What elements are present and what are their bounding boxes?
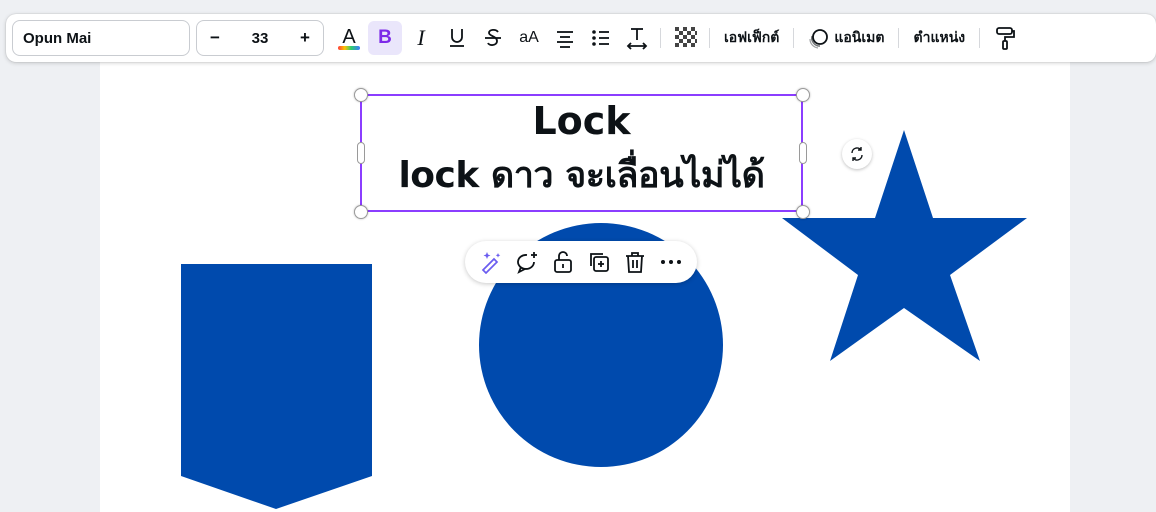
paint-roller-icon	[996, 27, 1016, 50]
duplicate-button[interactable]	[585, 248, 613, 276]
magic-edit-button[interactable]	[477, 248, 505, 276]
animate-icon	[809, 29, 829, 49]
increase-size-button[interactable]: +	[295, 28, 315, 48]
text-color-button[interactable]: A	[332, 21, 366, 55]
bold-icon: B	[378, 27, 392, 48]
resize-handle-top-left[interactable]	[354, 88, 368, 102]
text-color-icon: A	[338, 26, 360, 50]
list-icon	[592, 30, 609, 46]
font-size-value[interactable]: 33	[240, 30, 280, 47]
bold-button[interactable]: B	[368, 21, 402, 55]
more-icon	[661, 260, 681, 264]
underline-button[interactable]	[440, 21, 474, 55]
text-toolbar: Opun Mai − 33 + A B I aA เอฟเฟ็กต์ แอนิเ…	[6, 14, 1156, 62]
effects-button[interactable]: เอฟเฟ็กต์	[716, 21, 787, 55]
delete-button[interactable]	[621, 248, 649, 276]
strikethrough-icon	[485, 28, 501, 46]
trash-icon	[626, 252, 644, 273]
more-options-button[interactable]	[657, 248, 685, 276]
rotate-handle[interactable]	[842, 139, 872, 169]
list-button[interactable]	[584, 21, 618, 55]
pennant-shape[interactable]	[181, 264, 373, 510]
toolbar-divider	[979, 28, 981, 48]
element-context-bar	[465, 241, 697, 283]
resize-handle-left[interactable]	[357, 142, 365, 164]
decrease-size-button[interactable]: −	[205, 28, 225, 48]
star-shape[interactable]	[782, 128, 1028, 364]
transparency-icon	[675, 27, 697, 47]
magic-edit-icon	[481, 252, 501, 274]
italic-button[interactable]: I	[404, 21, 438, 55]
resize-handle-bottom-left[interactable]	[354, 205, 368, 219]
toolbar-divider	[793, 28, 795, 48]
animate-button[interactable]: แอนิเมต	[800, 21, 892, 55]
selected-text-box[interactable]: Lock lock ดาว จะเลื่อนไม่ได้	[360, 94, 803, 212]
position-button[interactable]: ตำแหน่ง	[905, 21, 973, 55]
toolbar-divider	[709, 28, 710, 48]
add-comment-button[interactable]	[513, 248, 541, 276]
spacing-icon	[626, 28, 648, 50]
strikethrough-button[interactable]	[476, 21, 510, 55]
comment-icon	[517, 252, 537, 274]
resize-handle-bottom-right[interactable]	[796, 205, 810, 219]
copy-style-button[interactable]	[988, 21, 1022, 55]
text-line-1[interactable]: Lock	[362, 98, 801, 144]
letter-case-icon: aA	[519, 29, 539, 46]
toolbar-divider	[898, 28, 900, 48]
unlock-icon	[554, 251, 572, 273]
letter-case-button[interactable]: aA	[512, 21, 546, 55]
resize-handle-right[interactable]	[799, 142, 807, 164]
svg-text:A: A	[342, 26, 356, 48]
animate-label: แอนิเมต	[834, 29, 885, 45]
align-button[interactable]	[548, 21, 582, 55]
duplicate-icon	[590, 253, 609, 272]
font-size-control: − 33 +	[196, 20, 324, 56]
font-family-select[interactable]: Opun Mai	[12, 20, 190, 56]
toolbar-divider	[660, 28, 661, 48]
resize-handle-top-right[interactable]	[796, 88, 810, 102]
underline-icon	[450, 29, 464, 47]
lock-button[interactable]	[549, 248, 577, 276]
text-line-2[interactable]: lock ดาว จะเลื่อนไม่ได้	[362, 150, 801, 202]
spacing-button[interactable]	[620, 21, 654, 55]
italic-icon: I	[417, 25, 425, 50]
transparency-button[interactable]	[669, 21, 703, 55]
align-center-icon	[557, 31, 573, 48]
rotate-icon	[851, 147, 863, 161]
